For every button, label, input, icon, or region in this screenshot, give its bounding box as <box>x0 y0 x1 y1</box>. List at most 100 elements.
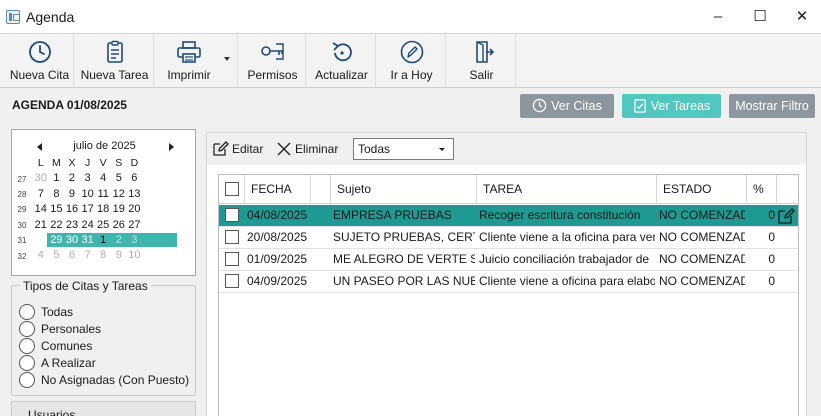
radio-circle[interactable] <box>19 321 35 337</box>
nueva-tarea-button[interactable]: Nueva Tarea <box>76 34 154 87</box>
agenda-title: AGENDA 01/08/2025 <box>12 98 127 112</box>
calendar-week-row: 14 15 16 17 18 19 20 <box>33 202 142 217</box>
calendar-day[interactable]: 21 <box>33 218 49 233</box>
ver-citas-button[interactable]: Ver Citas <box>520 94 614 118</box>
calendar-day[interactable]: 26 <box>111 218 127 233</box>
col-header-estado[interactable]: ESTADO <box>657 175 747 204</box>
row-edit-icon[interactable] <box>777 206 797 225</box>
calendar-day[interactable]: 18 <box>95 202 111 217</box>
row-checkbox[interactable] <box>225 252 239 266</box>
calendar-day[interactable]: 4 <box>33 248 49 263</box>
calendar-day[interactable]: 14 <box>33 202 49 217</box>
calendar-day[interactable]: 15 <box>49 202 65 217</box>
radio-circle[interactable] <box>19 355 35 371</box>
radio-circle[interactable] <box>19 304 35 320</box>
row-checkbox[interactable] <box>225 208 239 222</box>
cell-sujeto: SUJETO PRUEBAS, CERTIF <box>333 230 475 244</box>
calendar-day[interactable]: 24 <box>80 218 96 233</box>
calendar-day[interactable]: 19 <box>111 202 127 217</box>
calendar-day[interactable]: 10 <box>80 187 96 202</box>
calendar-day[interactable]: 9 <box>64 187 80 202</box>
minimize-button[interactable]: – <box>698 0 738 34</box>
calendar-day[interactable]: 20 <box>127 202 143 217</box>
col-header-blank <box>311 175 331 204</box>
calendar-day[interactable]: 3 <box>80 171 96 186</box>
cell-estado: NO COMENZADA <box>659 252 745 266</box>
row-checkbox[interactable] <box>225 230 239 244</box>
calendar-day[interactable]: 11 <box>95 187 111 202</box>
calendar-day[interactable]: 28 <box>33 233 49 248</box>
permisos-button[interactable]: Permisos <box>240 34 306 87</box>
calendar-day[interactable]: 8 <box>49 187 65 202</box>
cell-tarea: Recoger escritura constitución <box>479 208 641 222</box>
calendar-day[interactable]: 12 <box>111 187 127 202</box>
col-header-pct[interactable]: % <box>747 175 777 204</box>
nueva-cita-button[interactable]: Nueva Cita <box>6 34 74 87</box>
table-row[interactable]: 20/08/2025 SUJETO PRUEBAS, CERTIF Client… <box>219 227 798 249</box>
clock-icon <box>532 98 547 113</box>
calendar-day[interactable]: 2 <box>111 233 127 248</box>
calendar-day[interactable]: 3 <box>127 233 143 248</box>
radio-label: Todas <box>41 305 74 319</box>
calendar-month-label: julio de 2025 <box>73 140 136 152</box>
table-row[interactable]: 04/08/2025 EMPRESA PRUEBAS Recoger escri… <box>219 205 798 227</box>
maximize-button[interactable]: ☐ <box>740 0 780 34</box>
calendar-day[interactable]: 25 <box>95 218 111 233</box>
calendar-day[interactable]: 2 <box>64 171 80 186</box>
calendar-day[interactable]: 27 <box>127 218 143 233</box>
calendar-day[interactable]: 30 <box>33 171 49 186</box>
calendar-day[interactable]: 16 <box>64 202 80 217</box>
key-icon <box>260 43 284 60</box>
eliminar-button[interactable]: Eliminar <box>276 140 338 158</box>
ir-a-hoy-button[interactable]: Ir a Hoy <box>378 34 446 87</box>
calendar-day[interactable]: 17 <box>80 202 96 217</box>
calendar-day[interactable]: 5 <box>49 248 65 263</box>
chevron-down-icon <box>439 148 445 151</box>
calendar-day[interactable]: 30 <box>64 233 80 248</box>
calendar-day[interactable]: 4 <box>95 171 111 186</box>
imprimir-dropdown-caret[interactable] <box>221 34 238 87</box>
next-month-button[interactable] <box>169 143 174 151</box>
calendar-day[interactable]: 7 <box>33 187 49 202</box>
calendar-day[interactable]: 6 <box>64 248 80 263</box>
calendar-day[interactable]: 31 <box>80 233 96 248</box>
refresh-icon <box>332 42 352 62</box>
week-number: 32 <box>17 252 27 261</box>
mostrar-filtro-button[interactable]: Mostrar Filtro <box>729 94 815 118</box>
calendar-day[interactable]: 5 <box>111 171 127 186</box>
row-checkbox[interactable] <box>225 274 239 288</box>
calendar-day[interactable]: 6 <box>127 171 143 186</box>
col-header-tarea[interactable]: TAREA <box>477 175 657 204</box>
editar-button[interactable]: Editar <box>212 140 263 158</box>
close-button[interactable]: ✕ <box>782 0 821 34</box>
calendar-day-selected[interactable]: 1 <box>95 233 111 248</box>
weekday-label: M <box>52 157 61 169</box>
calendar-day[interactable]: 22 <box>49 218 65 233</box>
calendar-day[interactable]: 23 <box>64 218 80 233</box>
calendar-day[interactable]: 8 <box>95 248 111 263</box>
calendar-day[interactable]: 9 <box>111 248 127 263</box>
editar-label: Editar <box>232 142 264 156</box>
col-header-sujeto[interactable]: Sujeto <box>331 175 477 204</box>
calendar-day[interactable]: 13 <box>127 187 143 202</box>
filter-select[interactable]: Todas <box>353 138 454 160</box>
ver-citas-label: Ver Citas <box>551 99 602 113</box>
radio-circle[interactable] <box>19 338 35 354</box>
radio-circle[interactable] <box>19 372 35 388</box>
table-row[interactable]: 04/09/2025 UN PASEO POR LAS NUBES Client… <box>219 271 798 293</box>
calendar-day[interactable]: 7 <box>80 248 96 263</box>
calendar-day[interactable]: 29 <box>49 233 65 248</box>
actualizar-button[interactable]: Actualizar <box>308 34 376 87</box>
calendar-day[interactable]: 1 <box>49 171 65 186</box>
cell-tarea: Juicio conciliación trabajador de <box>479 252 650 266</box>
col-header-fecha[interactable]: FECHA <box>245 175 311 204</box>
calendar-day[interactable]: 10 <box>127 248 143 263</box>
salir-button[interactable]: Salir <box>448 34 516 87</box>
imprimir-button[interactable]: Imprimir <box>157 34 221 87</box>
clipboard-check-icon <box>633 99 646 113</box>
ver-tareas-button[interactable]: Ver Tareas <box>622 94 721 118</box>
cell-fecha: 04/09/2025 <box>247 274 308 288</box>
exit-door-icon <box>475 41 494 63</box>
select-all-checkbox[interactable] <box>225 182 239 196</box>
table-row[interactable]: 01/09/2025 ME ALEGRO DE VERTE SL Juicio … <box>219 249 798 271</box>
